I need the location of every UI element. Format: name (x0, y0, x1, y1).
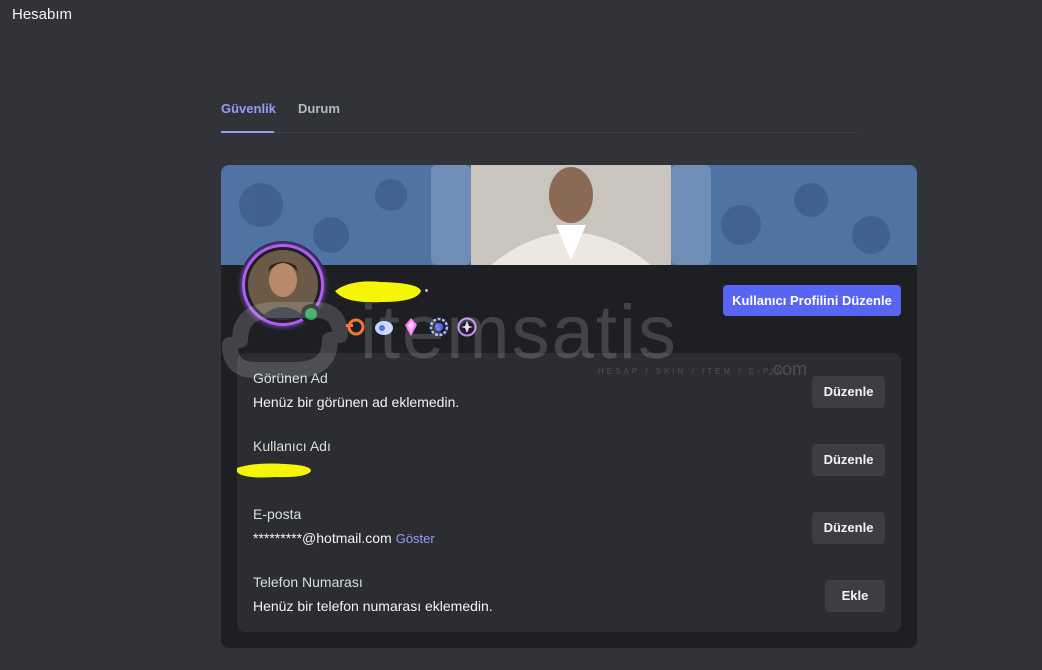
redacted-display-name (335, 281, 421, 303)
edit-user-profile-button[interactable]: Kullanıcı Profilini Düzenle (723, 285, 901, 316)
edit-display-name-button[interactable]: Düzenle (812, 376, 885, 408)
display-name-label: Görünen Ad (253, 370, 328, 386)
edit-email-button[interactable]: Düzenle (812, 512, 885, 544)
add-phone-button[interactable]: Ekle (825, 580, 885, 612)
tab-bar: Güvenlik Durum (221, 101, 857, 133)
username-label: Kullanıcı Adı (253, 438, 331, 454)
email-label: E-posta (253, 506, 302, 522)
email-masked: *********@hotmail.com (253, 530, 392, 546)
username-field: Kullanıcı Adı Düzenle (237, 438, 885, 486)
reveal-email-link[interactable]: Göster (396, 531, 435, 546)
nitro-icon[interactable] (373, 317, 393, 337)
boost-gem-icon[interactable] (401, 317, 421, 337)
early-supporter-laurel-icon[interactable] (429, 317, 449, 337)
edit-username-button[interactable]: Düzenle (812, 444, 885, 476)
profile-banner (221, 165, 917, 265)
account-info-panel: Görünen Ad Henüz bir görünen ad eklemedi… (237, 353, 901, 632)
profile-card: Kullanıcı Profilini Düzenle Görünen Ad H… (221, 165, 917, 648)
name-separator (425, 289, 428, 292)
tab-durum[interactable]: Durum (298, 101, 340, 133)
phone-value: Henüz bir telefon numarası eklemedin. (253, 598, 493, 614)
display-name-value: Henüz bir görünen ad eklemedin. (253, 394, 460, 410)
display-name-field: Görünen Ad Henüz bir görünen ad eklemedi… (253, 370, 885, 418)
email-value: *********@hotmail.com Göster (253, 530, 435, 546)
hypesquad-balance-icon[interactable] (345, 317, 365, 337)
online-status-icon (301, 304, 321, 324)
redacted-username (237, 463, 311, 478)
phone-field: Telefon Numarası Henüz bir telefon numar… (253, 574, 885, 622)
email-field: E-posta *********@hotmail.com Göster Düze… (253, 506, 885, 554)
tab-guvenlik[interactable]: Güvenlik (221, 101, 276, 133)
phone-label: Telefon Numarası (253, 574, 363, 590)
page-title: Hesabım (12, 6, 73, 23)
quest-icon[interactable] (457, 317, 477, 337)
